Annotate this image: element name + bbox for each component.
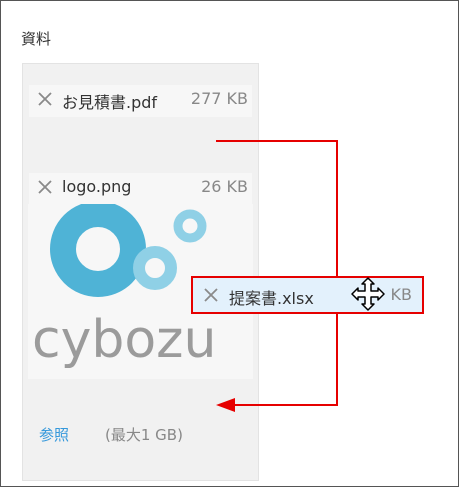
section-label: 資料 [21, 30, 52, 48]
file-name: 提案書.xlsx [229, 289, 314, 308]
file-size: KB [390, 285, 412, 304]
file-size: 277 KB [190, 89, 248, 108]
file-name[interactable]: logo.png [62, 177, 131, 196]
close-icon[interactable] [36, 178, 54, 196]
file-item-pdf: お見積書.pdf 277 KB [29, 85, 252, 117]
window-frame: 資料 お見積書.pdf 277 KB logo.png 26 KB cybozu… [0, 0, 459, 487]
browse-link[interactable]: 参照 [39, 424, 69, 445]
close-icon[interactable] [36, 90, 54, 108]
file-size: 26 KB [201, 177, 248, 196]
dragging-file-item[interactable]: 提案書.xlsx KB [191, 276, 424, 314]
logo-text: cybozu [32, 310, 216, 370]
close-icon[interactable] [202, 286, 220, 304]
move-cursor-icon [351, 277, 385, 311]
max-size-label: (最大1 GB) [105, 426, 183, 444]
file-name[interactable]: お見積書.pdf [62, 89, 157, 113]
file-item-png: logo.png 26 KB [29, 173, 252, 205]
